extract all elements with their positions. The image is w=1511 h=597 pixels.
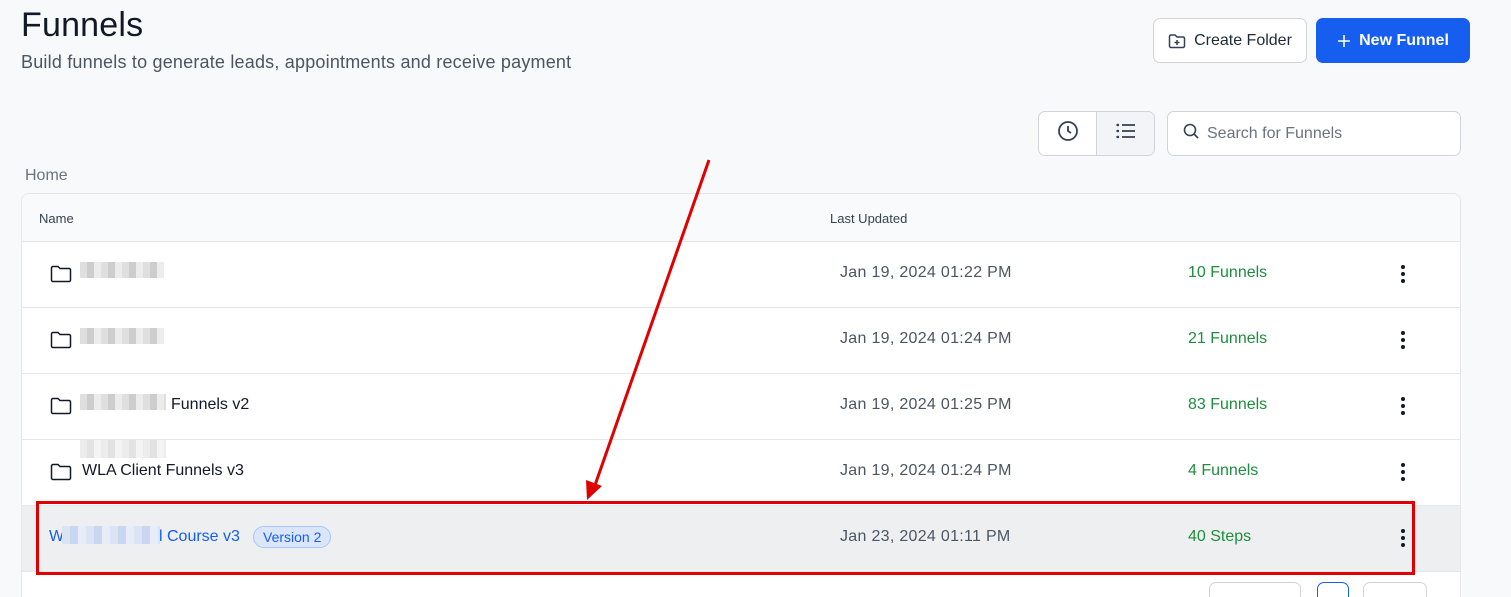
more-options-icon[interactable] — [1392, 260, 1414, 288]
create-folder-label: Create Folder — [1194, 31, 1292, 49]
version-badge: Version 2 — [253, 526, 332, 548]
column-header-name[interactable]: Name — [39, 211, 74, 226]
funnel-count: 83 Funnels — [1188, 396, 1268, 413]
table-row[interactable]: Funnels v2 Jan 19, 2024 01:25 PM 83 Funn… — [22, 374, 1460, 440]
last-updated: Jan 19, 2024 01:25 PM — [840, 396, 1012, 413]
redacted-name — [80, 262, 164, 278]
more-options-icon[interactable] — [1392, 392, 1414, 420]
last-updated: Jan 19, 2024 01:24 PM — [840, 462, 1012, 479]
next-page-button[interactable] — [1363, 582, 1427, 597]
column-header-last-updated[interactable]: Last Updated — [830, 211, 907, 226]
more-options-icon[interactable] — [1392, 458, 1414, 486]
clock-icon — [1057, 120, 1079, 147]
funnel-count: 4 Funnels — [1188, 462, 1259, 479]
table-row[interactable]: W l Course v3 Version 2 Jan 23, 2024 01:… — [22, 506, 1460, 572]
recent-view-button[interactable] — [1039, 112, 1096, 155]
funnel-count: 21 Funnels — [1188, 330, 1268, 347]
breadcrumb[interactable]: Home — [25, 167, 68, 185]
folder-icon — [50, 331, 72, 354]
table-row[interactable]: WLA Client Funnels v3 Jan 19, 2024 01:24… — [22, 440, 1460, 506]
redacted-name — [62, 526, 160, 544]
folder-icon — [50, 265, 72, 288]
funnel-count: 10 Funnels — [1188, 264, 1268, 281]
create-folder-button[interactable]: Create Folder — [1153, 18, 1307, 63]
table-row[interactable]: Jan 19, 2024 01:24 PM 21 Funnels — [22, 308, 1460, 374]
new-funnel-button[interactable]: New Funnel — [1316, 18, 1470, 63]
last-updated: Jan 19, 2024 01:22 PM — [840, 264, 1012, 281]
previous-page-button[interactable] — [1209, 582, 1301, 597]
last-updated: Jan 23, 2024 01:11 PM — [840, 528, 1011, 545]
more-options-icon[interactable] — [1392, 326, 1414, 354]
redacted-name — [80, 440, 166, 458]
folder-plus-icon — [1168, 33, 1186, 49]
funnels-table: Name Last Updated Jan 19, 2024 01:22 PM … — [21, 193, 1461, 597]
search-icon — [1183, 123, 1199, 144]
step-count: 40 Steps — [1188, 528, 1252, 545]
new-funnel-label: New Funnel — [1359, 31, 1449, 49]
page-title: Funnels — [21, 6, 144, 44]
search-box[interactable] — [1167, 111, 1461, 156]
redacted-name — [80, 328, 164, 344]
page-subtitle: Build funnels to generate leads, appoint… — [21, 52, 572, 72]
last-updated: Jan 19, 2024 01:24 PM — [840, 330, 1012, 347]
table-header: Name Last Updated — [22, 194, 1460, 242]
search-input[interactable] — [1207, 124, 1447, 143]
folder-icon — [50, 397, 72, 420]
table-row[interactable]: Jan 19, 2024 01:22 PM 10 Funnels — [22, 242, 1460, 308]
folder-name: WLA Client Funnels v3 — [82, 462, 244, 479]
funnel-name[interactable]: l Course v3 — [159, 528, 240, 546]
redacted-name — [80, 394, 166, 410]
view-toggle — [1038, 111, 1155, 156]
plus-icon — [1337, 34, 1351, 48]
folder-icon — [50, 463, 72, 486]
list-icon — [1115, 123, 1136, 144]
list-view-button[interactable] — [1096, 112, 1154, 155]
page-number-button[interactable] — [1317, 582, 1349, 597]
folder-name: Funnels v2 — [171, 396, 250, 413]
more-options-icon[interactable] — [1392, 524, 1414, 552]
